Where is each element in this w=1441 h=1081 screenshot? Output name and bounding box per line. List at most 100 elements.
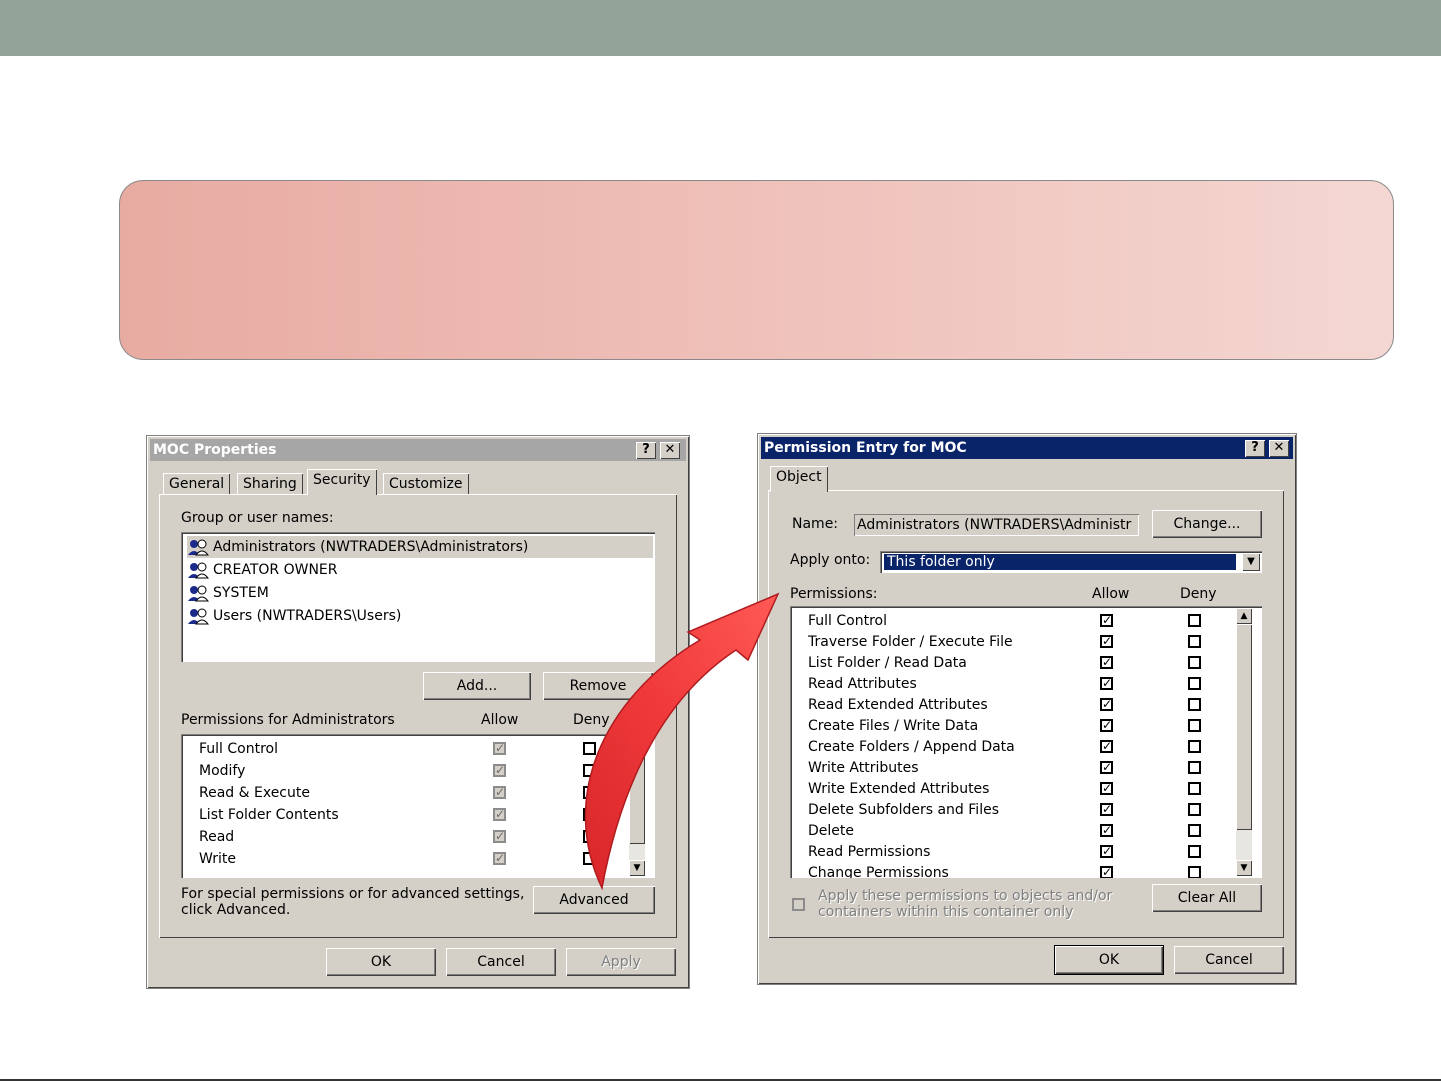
apply-to-children-label: Apply these permissions to objects and/o… xyxy=(818,888,1113,920)
help-button[interactable]: ? xyxy=(1245,440,1265,457)
close-button[interactable]: ✕ xyxy=(1269,440,1289,457)
list-item[interactable]: Users (NWTRADERS\Users) xyxy=(187,605,401,627)
allow-checkbox[interactable]: ✓ xyxy=(1100,677,1113,690)
deny-checkbox[interactable] xyxy=(1188,824,1201,837)
apply-button[interactable]: Apply xyxy=(566,948,676,976)
cancel-button[interactable]: Cancel xyxy=(1174,946,1284,974)
deny-checkbox[interactable] xyxy=(583,830,596,843)
tab-customize[interactable]: Customize xyxy=(383,473,469,495)
allow-checkbox[interactable]: ✓ xyxy=(1100,656,1113,669)
list-item[interactable]: Administrators (NWTRADERS\Administrators… xyxy=(187,536,653,558)
ok-button[interactable]: OK xyxy=(326,948,436,976)
allow-checkbox[interactable]: ✓ xyxy=(1100,824,1113,837)
permission-row: Delete Subfolders and Files xyxy=(808,802,999,818)
list-item[interactable]: SYSTEM xyxy=(187,582,269,604)
help-button[interactable]: ? xyxy=(636,442,656,459)
scroll-thumb[interactable] xyxy=(1236,624,1252,830)
allow-checkbox[interactable]: ✓ xyxy=(1100,740,1113,753)
scroll-up-icon[interactable]: ▲ xyxy=(629,736,645,752)
deny-checkbox[interactable] xyxy=(1188,614,1201,627)
tab-object[interactable]: Object xyxy=(770,466,828,492)
permissions-list[interactable]: Full Control Traverse Folder / Execute F… xyxy=(790,606,1262,878)
permission-row: Write xyxy=(199,851,236,867)
scroll-thumb[interactable] xyxy=(629,752,645,844)
allow-checkbox[interactable]: ✓ xyxy=(1100,719,1113,732)
allow-checkbox[interactable]: ✓ xyxy=(1100,803,1113,816)
deny-checkbox[interactable] xyxy=(1188,677,1201,690)
deny-checkbox[interactable] xyxy=(1188,719,1201,732)
advanced-note: For special permissions or for advanced … xyxy=(181,886,525,918)
deny-checkbox[interactable] xyxy=(1188,803,1201,816)
chevron-down-icon[interactable]: ▼ xyxy=(1242,553,1260,571)
deny-checkbox[interactable] xyxy=(1188,740,1201,753)
permission-row: Read Attributes xyxy=(808,676,917,692)
allow-checkbox[interactable]: ✓ xyxy=(493,830,506,843)
permission-row: Read & Execute xyxy=(199,785,310,801)
clear-all-button[interactable]: Clear All xyxy=(1152,884,1262,912)
allow-checkbox[interactable]: ✓ xyxy=(493,742,506,755)
allow-checkbox[interactable]: ✓ xyxy=(493,786,506,799)
deny-checkbox[interactable] xyxy=(583,808,596,821)
allow-checkbox[interactable]: ✓ xyxy=(493,852,506,865)
apply-onto-value: This folder only xyxy=(884,554,1236,570)
cancel-button[interactable]: Cancel xyxy=(446,948,556,976)
change-button[interactable]: Change... xyxy=(1152,510,1262,538)
deny-checkbox[interactable] xyxy=(583,764,596,777)
deny-checkbox[interactable] xyxy=(583,852,596,865)
allow-checkbox[interactable]: ✓ xyxy=(1100,845,1113,858)
permission-row: Full Control xyxy=(199,741,278,757)
close-button[interactable]: ✕ xyxy=(660,442,680,459)
deny-checkbox[interactable] xyxy=(583,742,596,755)
permission-entry-titlebar: Permission Entry for MOC ? ✕ xyxy=(761,437,1293,459)
permissions-scrollbar[interactable]: ▲ ▼ xyxy=(629,736,645,876)
ok-button[interactable]: OK xyxy=(1054,945,1164,975)
tab-general[interactable]: General xyxy=(163,473,231,495)
permission-row: Change Permissions xyxy=(808,865,949,878)
deny-checkbox[interactable] xyxy=(1188,761,1201,774)
user-group-icon xyxy=(188,539,209,556)
allow-checkbox[interactable]: ✓ xyxy=(493,808,506,821)
deny-checkbox[interactable] xyxy=(1188,866,1201,878)
name-field[interactable]: Administrators (NWTRADERS\Administr xyxy=(854,514,1139,536)
permission-row: List Folder Contents xyxy=(199,807,339,823)
permissions-list[interactable]: Full Control Modify Read & Execute List … xyxy=(181,734,655,878)
permission-row: Delete xyxy=(808,823,854,839)
apply-onto-select[interactable]: This folder only ▼ xyxy=(880,551,1262,573)
deny-checkbox[interactable] xyxy=(1188,635,1201,648)
allow-checkbox[interactable]: ✓ xyxy=(1100,635,1113,648)
dialog-title: Permission Entry for MOC xyxy=(764,440,967,456)
add-button[interactable]: Add... xyxy=(423,672,531,700)
permission-row: Read xyxy=(199,829,235,845)
permission-entry-dialog: Permission Entry for MOC ? ✕ Object Name… xyxy=(757,433,1297,985)
moc-properties-dialog: MOC Properties ? ✕ General Sharing Secur… xyxy=(146,435,690,989)
allow-checkbox[interactable]: ✓ xyxy=(1100,782,1113,795)
deny-checkbox[interactable] xyxy=(1188,782,1201,795)
allow-header: Allow xyxy=(481,712,519,728)
allow-checkbox[interactable]: ✓ xyxy=(1100,866,1113,878)
permissions-scrollbar[interactable]: ▲ ▼ xyxy=(1236,608,1252,876)
dialog-title: MOC Properties xyxy=(153,442,277,458)
allow-checkbox[interactable]: ✓ xyxy=(1100,698,1113,711)
user-list[interactable]: Administrators (NWTRADERS\Administrators… xyxy=(181,532,655,662)
deny-checkbox[interactable] xyxy=(1188,845,1201,858)
moc-properties-titlebar: MOC Properties ? ✕ xyxy=(150,439,686,461)
deny-checkbox[interactable] xyxy=(1188,698,1201,711)
scroll-down-icon[interactable]: ▼ xyxy=(1236,860,1252,876)
scroll-up-icon[interactable]: ▲ xyxy=(1236,608,1252,624)
allow-checkbox[interactable]: ✓ xyxy=(1100,614,1113,627)
permission-row: Write Extended Attributes xyxy=(808,781,990,797)
permission-row: Traverse Folder / Execute File xyxy=(808,634,1013,650)
deny-checkbox[interactable] xyxy=(583,786,596,799)
list-item[interactable]: CREATOR OWNER xyxy=(187,559,338,581)
user-group-icon xyxy=(188,562,209,579)
remove-button[interactable]: Remove xyxy=(543,672,653,700)
deny-checkbox[interactable] xyxy=(1188,656,1201,669)
advanced-button[interactable]: Advanced xyxy=(533,886,655,914)
scroll-down-icon[interactable]: ▼ xyxy=(629,860,645,876)
permission-row: Full Control xyxy=(808,613,887,629)
tab-security[interactable]: Security xyxy=(307,469,377,495)
allow-checkbox[interactable]: ✓ xyxy=(1100,761,1113,774)
apply-to-children-checkbox[interactable] xyxy=(792,898,805,911)
allow-checkbox[interactable]: ✓ xyxy=(493,764,506,777)
tab-sharing[interactable]: Sharing xyxy=(237,473,303,495)
